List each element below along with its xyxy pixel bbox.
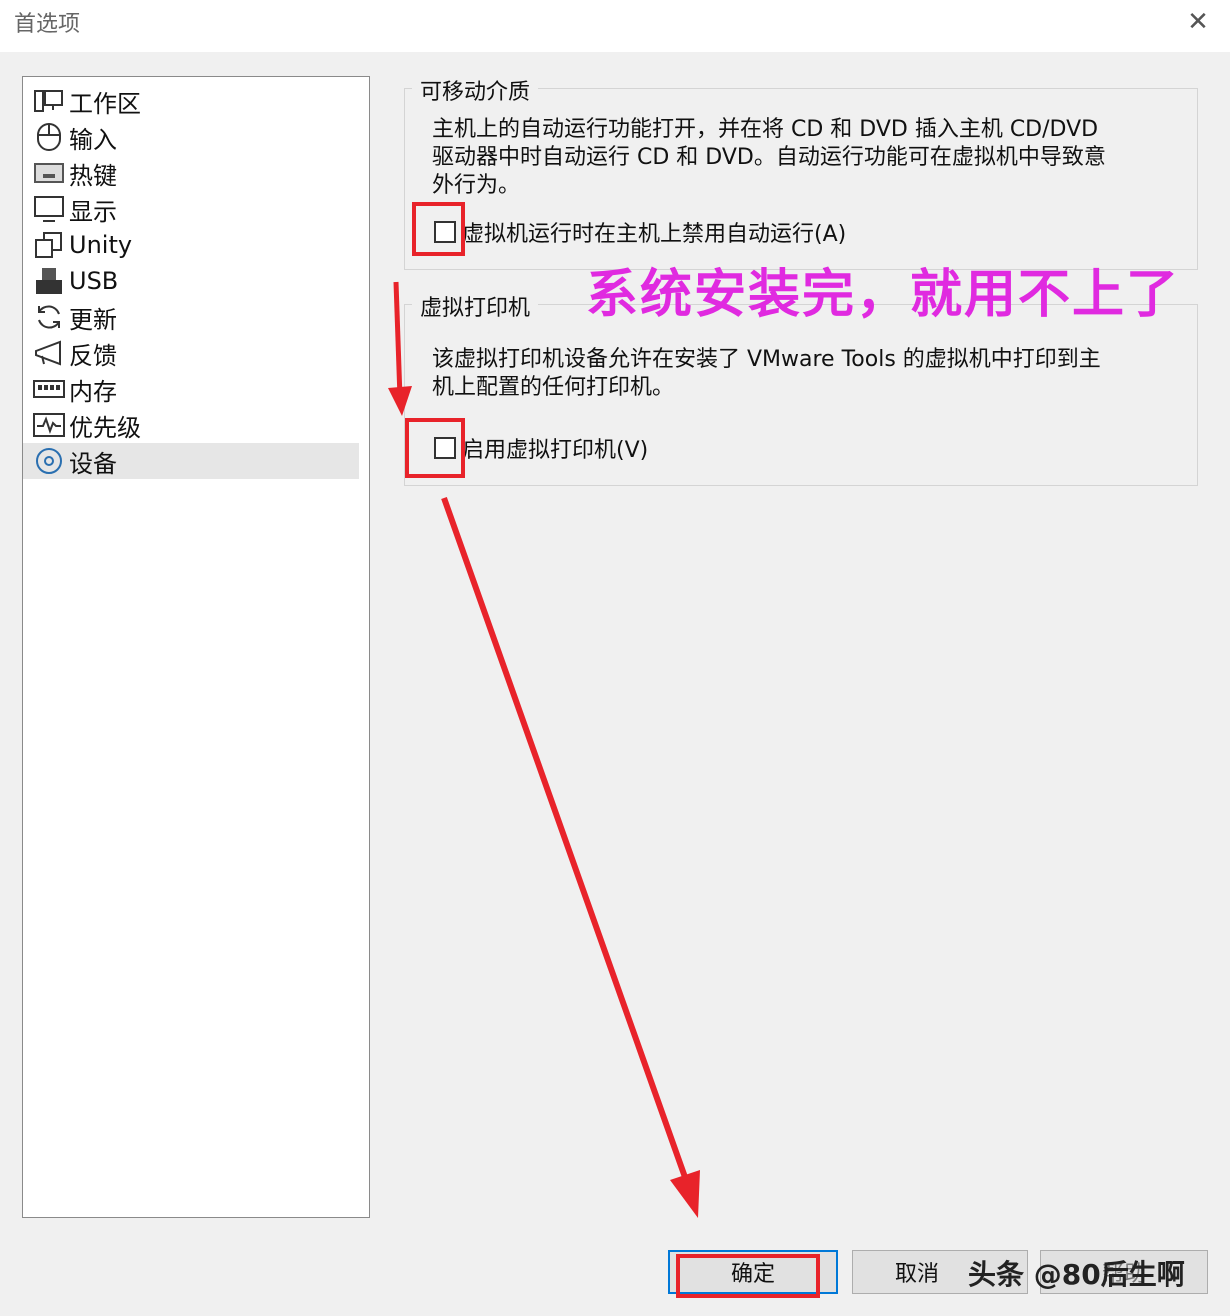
category-list: 工作区 输入 热键 显示 Unity USB 更新 反馈 内存 优先级 设备 xyxy=(22,76,370,1218)
nav-item-devices[interactable]: 设备 xyxy=(23,443,359,479)
refresh-icon xyxy=(33,301,65,333)
watermark: 头条 @80后生啊 xyxy=(968,1258,1185,1291)
removable-media-legend: 可移动介质 xyxy=(412,74,539,106)
arrow-to-ok-icon xyxy=(441,496,700,1218)
monitor-icon xyxy=(33,193,65,225)
usb-icon xyxy=(33,265,65,297)
description-line: 驱动器中时自动运行 CD 和 DVD。自动运行功能可在虚拟机中导致意 xyxy=(432,145,1106,170)
nav-item-label: 设备 xyxy=(69,449,117,478)
workspace-icon xyxy=(33,85,65,117)
nav-item-label: 显示 xyxy=(69,197,117,226)
close-icon[interactable]: ✕ xyxy=(1178,4,1218,40)
unity-icon xyxy=(33,229,65,261)
virtual-printer-description: 该虚拟打印机设备允许在安装了 VMware Tools 的虚拟机中打印到主 机上… xyxy=(432,346,1192,402)
nav-item-input[interactable]: 输入 xyxy=(33,119,369,155)
description-line: 主机上的自动运行功能打开，并在将 CD 和 DVD 插入主机 CD/DVD xyxy=(432,117,1099,142)
highlight-box-printer xyxy=(405,418,465,478)
disable-autorun-label: 虚拟机运行时在主机上禁用自动运行(A) xyxy=(462,222,847,247)
nav-item-label: USB xyxy=(69,267,119,295)
description-line: 机上配置的任何打印机。 xyxy=(432,375,675,400)
highlight-box-ok xyxy=(676,1254,820,1298)
nav-item-memory[interactable]: 内存 xyxy=(33,371,369,407)
nav-item-label: 更新 xyxy=(69,305,117,334)
enable-printer-option[interactable]: 启用虚拟打印机(V) xyxy=(434,432,648,464)
mouse-icon xyxy=(33,121,65,153)
nav-item-priority[interactable]: 优先级 xyxy=(33,407,369,443)
nav-item-label: 优先级 xyxy=(69,413,141,442)
description-line: 该虚拟打印机设备允许在安装了 VMware Tools 的虚拟机中打印到主 xyxy=(432,347,1101,372)
nav-item-label: 反馈 xyxy=(69,341,117,370)
removable-media-description: 主机上的自动运行功能打开，并在将 CD 和 DVD 插入主机 CD/DVD 驱动… xyxy=(432,116,1192,200)
virtual-printer-legend: 虚拟打印机 xyxy=(412,290,539,322)
nav-item-feedback[interactable]: 反馈 xyxy=(33,335,369,371)
cancel-label: 取消 xyxy=(894,1262,939,1287)
window-title: 首选项 xyxy=(14,12,81,37)
annotation-text: 系统安装完，就用不上了 xyxy=(586,265,1181,325)
description-line: 外行为。 xyxy=(432,173,521,198)
nav-item-workspace[interactable]: 工作区 xyxy=(33,83,369,119)
nav-item-label: Unity xyxy=(69,231,133,259)
nav-item-display[interactable]: 显示 xyxy=(33,191,369,227)
title-bar: 首选项 ✕ xyxy=(0,0,1230,52)
nav-item-label: 内存 xyxy=(69,377,117,406)
nav-item-updates[interactable]: 更新 xyxy=(33,299,369,335)
nav-item-hotkeys[interactable]: 热键 xyxy=(33,155,369,191)
highlight-box-autorun xyxy=(412,202,465,256)
nav-item-usb[interactable]: USB xyxy=(33,263,369,299)
nav-item-unity[interactable]: Unity xyxy=(33,227,369,263)
memory-icon xyxy=(33,373,65,405)
megaphone-icon xyxy=(33,337,65,369)
nav-item-label: 热键 xyxy=(69,161,117,190)
disc-icon xyxy=(33,445,65,477)
keyboard-icon xyxy=(33,157,65,189)
disable-autorun-option[interactable]: 虚拟机运行时在主机上禁用自动运行(A) xyxy=(434,216,846,248)
nav-item-label: 输入 xyxy=(69,125,117,154)
priority-icon xyxy=(33,409,65,441)
nav-item-label: 工作区 xyxy=(69,89,141,118)
enable-printer-label: 启用虚拟打印机(V) xyxy=(462,438,649,463)
